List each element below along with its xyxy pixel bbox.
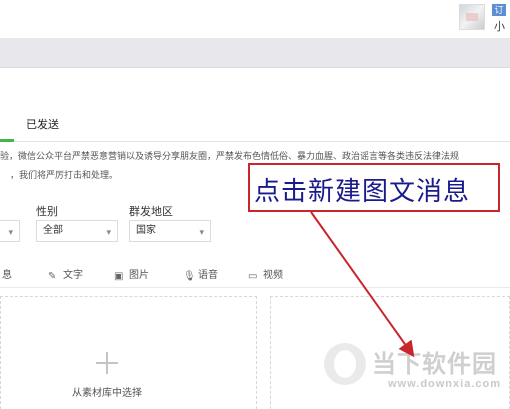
plus-icon <box>96 352 118 374</box>
video-icon: ▭ <box>248 271 258 282</box>
gender-label: 性别 <box>36 206 58 218</box>
gender-select[interactable]: 全部 ▾ <box>36 220 118 242</box>
group-select-partial[interactable]: ▾ <box>0 220 20 242</box>
message-type-text-label: 文字 <box>63 270 83 281</box>
select-from-library-label: 从素材库中选择 <box>72 388 142 399</box>
chevron-down-icon: ▾ <box>199 227 204 237</box>
gender-select-value: 全部 <box>43 225 63 236</box>
message-type-image[interactable]: ▣ 图片 <box>114 266 149 282</box>
image-icon: ▣ <box>114 271 124 282</box>
message-type-bar: 息 ✎ 文字 ▣ 图片 🎙 语音 ▭ 视频 <box>0 258 510 288</box>
chevron-down-icon: ▾ <box>8 227 13 237</box>
watermark-logo <box>324 343 366 385</box>
message-type-voice[interactable]: 🎙 语音 <box>183 266 218 282</box>
annotation-box: 点击新建图文消息 <box>248 163 500 212</box>
region-label: 群发地区 <box>129 206 173 218</box>
navigation-band <box>0 38 510 68</box>
region-select-value: 国家 <box>136 225 156 236</box>
mass-send-tabs: 已发送 <box>0 108 510 142</box>
avatar[interactable] <box>459 4 485 30</box>
watermark-url: www.downxia.com <box>388 378 501 390</box>
account-badge: 订 <box>492 4 506 16</box>
message-type-voice-label: 语音 <box>198 270 218 281</box>
username[interactable]: 小 <box>494 18 505 34</box>
message-type-video-label: 视频 <box>263 270 283 281</box>
chevron-down-icon: ▾ <box>106 227 111 237</box>
watermark-brand: 当下软件园 <box>372 351 497 378</box>
message-type-news-label: 息 <box>2 270 12 281</box>
top-bar: 订 小 <box>0 0 510 38</box>
pen-icon: ✎ <box>48 271 57 282</box>
message-type-news[interactable]: 息 <box>2 266 12 281</box>
message-type-video[interactable]: ▭ 视频 <box>248 266 283 282</box>
region-select[interactable]: 国家 ▾ <box>129 220 211 242</box>
message-type-text[interactable]: ✎ 文字 <box>48 266 83 282</box>
tab-sent[interactable]: 已发送 <box>26 116 59 132</box>
message-type-image-label: 图片 <box>129 270 149 281</box>
notice-line-2: ，我们将严厉打击和处理。 <box>10 170 119 180</box>
annotation-text: 点击新建图文消息 <box>254 177 471 207</box>
microphone-icon: 🎙 <box>183 271 196 282</box>
